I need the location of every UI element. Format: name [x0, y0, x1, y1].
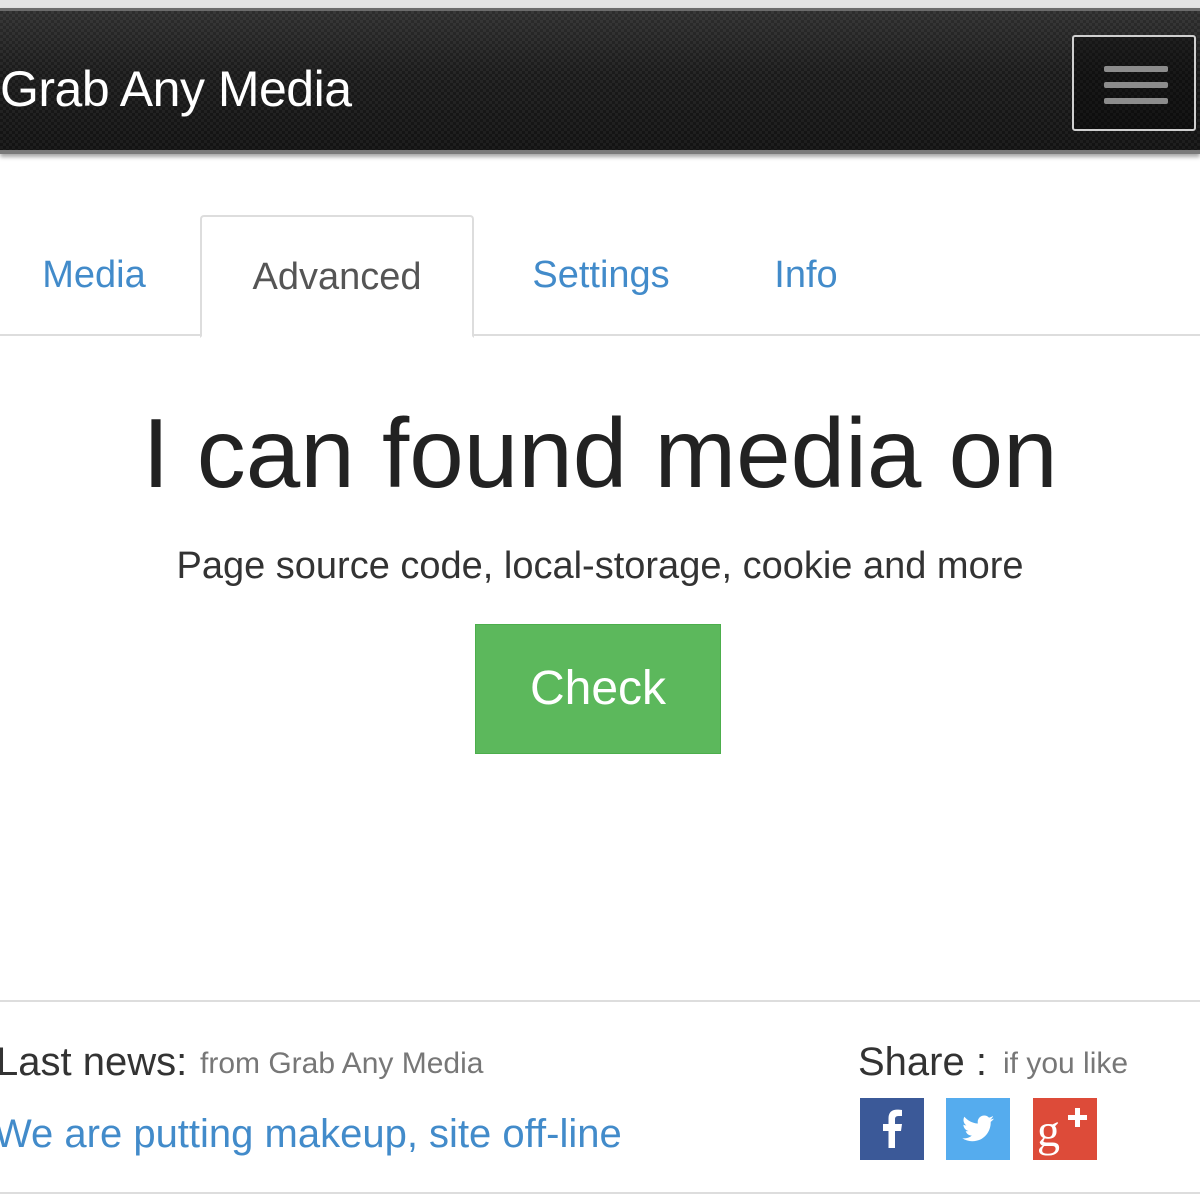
page: Grab Any Media Media Advanced Settings I…: [0, 0, 1200, 1200]
navbar: Grab Any Media: [0, 8, 1200, 154]
svg-text:g: g: [1037, 1105, 1060, 1156]
tab-advanced[interactable]: Advanced: [200, 215, 474, 338]
share-label: Share :: [858, 1040, 987, 1084]
footer-divider: [0, 1192, 1200, 1194]
window-top-strip: [0, 0, 1200, 8]
menu-toggle-button[interactable]: [1072, 35, 1196, 131]
check-button[interactable]: Check: [475, 624, 721, 754]
facebook-share-button[interactable]: [860, 1098, 924, 1160]
share-subtext: if you like: [1003, 1047, 1129, 1080]
news-source-text: from Grab Any Media: [200, 1047, 484, 1080]
tab-media[interactable]: Media: [0, 215, 188, 336]
tab-info[interactable]: Info: [750, 215, 862, 336]
twitter-share-button[interactable]: [946, 1098, 1010, 1160]
last-news-label: Last news:: [0, 1040, 188, 1084]
news-link[interactable]: We are putting makeup, site off-line: [0, 1110, 622, 1158]
google-plus-icon: g: [1033, 1098, 1097, 1160]
brand-title[interactable]: Grab Any Media: [0, 61, 352, 117]
panel-headline: I can found media on: [142, 398, 1058, 508]
twitter-icon: [946, 1098, 1010, 1160]
tab-settings[interactable]: Settings: [498, 215, 704, 336]
google-plus-share-button[interactable]: g: [1033, 1098, 1097, 1160]
tab-bar: Media Advanced Settings Info: [0, 215, 1200, 338]
panel-subline: Page source code, local-storage, cookie …: [176, 545, 1024, 587]
facebook-icon: [860, 1098, 924, 1160]
